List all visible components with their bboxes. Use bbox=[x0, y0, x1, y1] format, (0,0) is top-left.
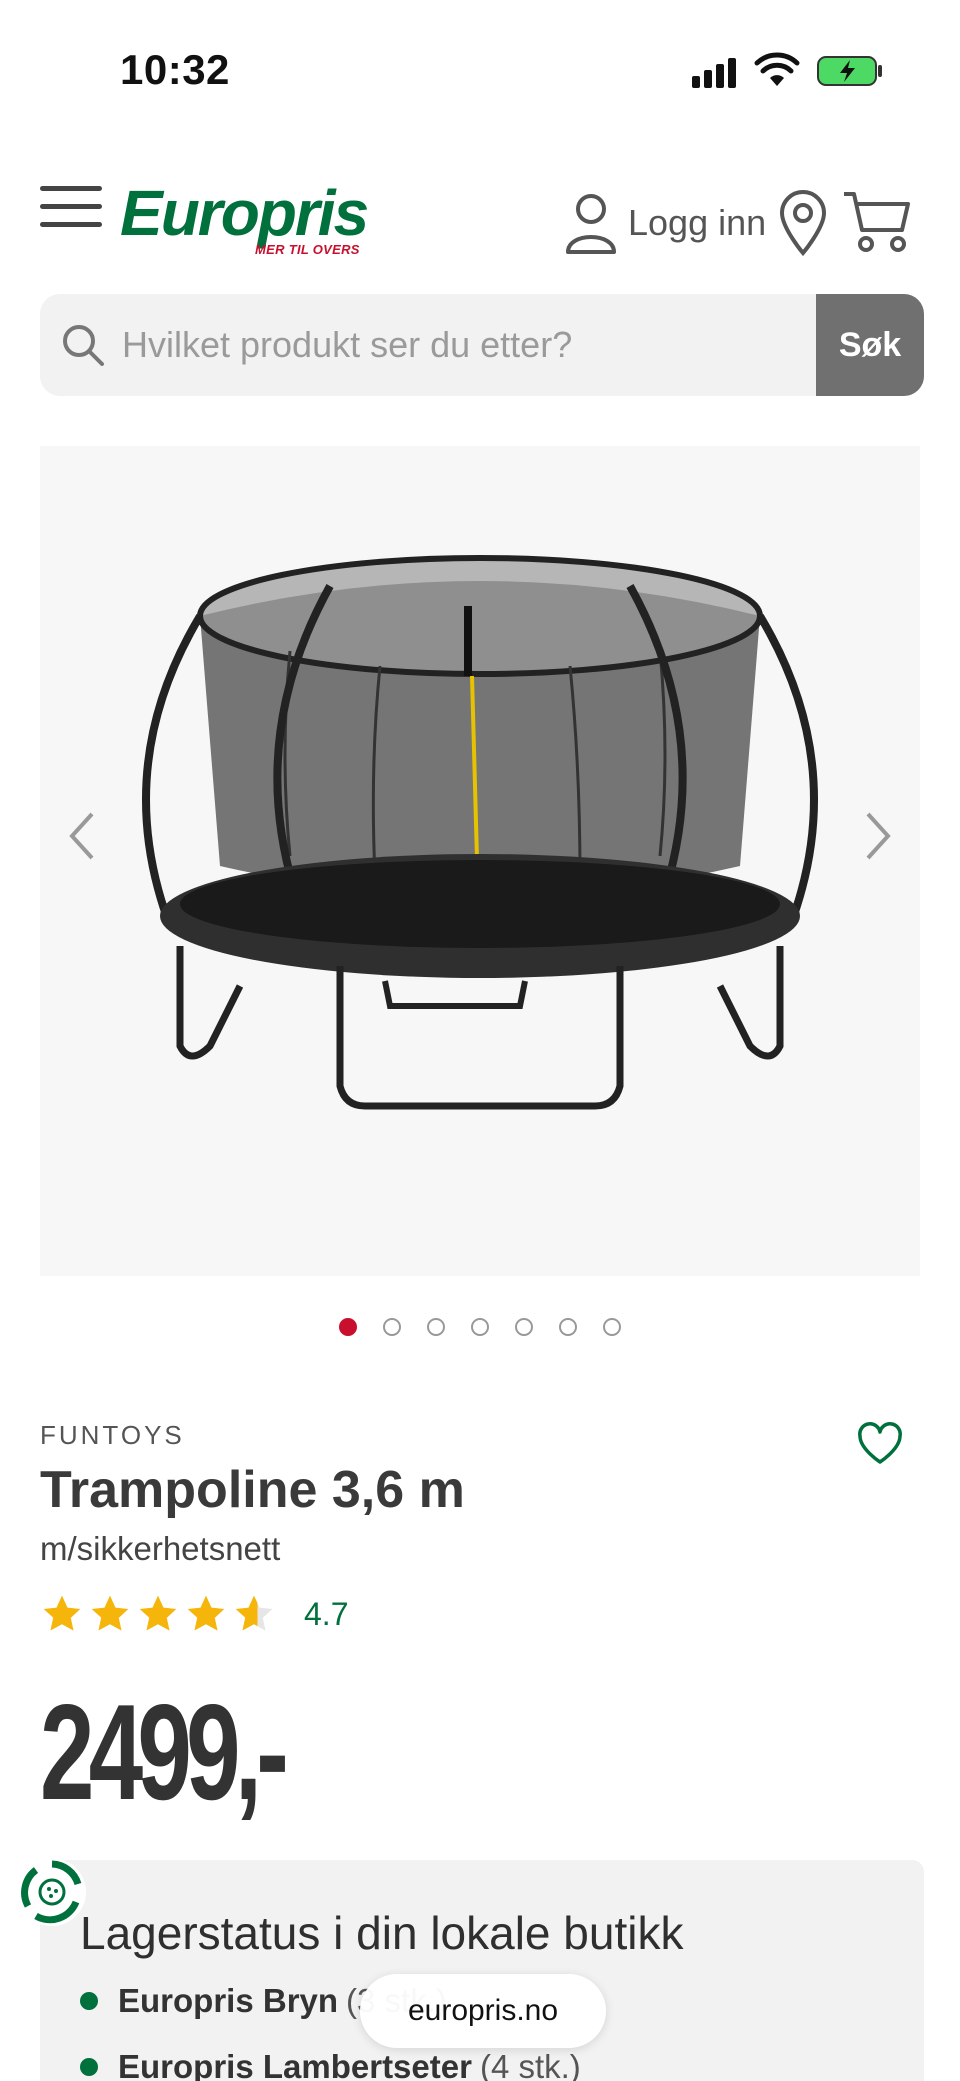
logo-wordmark: Europris bbox=[120, 177, 369, 249]
wifi-icon bbox=[754, 52, 800, 86]
logo-tagline: MER TIL OVERS bbox=[255, 242, 360, 257]
stock-status-title: Lagerstatus i din lokale butikk bbox=[80, 1907, 684, 1959]
browser-url-bar[interactable]: europris.no bbox=[360, 1974, 606, 2048]
product-price: 2499,- bbox=[40, 1676, 289, 1828]
rating-value: 4.7 bbox=[304, 1595, 349, 1632]
europris-logo[interactable]: Europris MER TIL OVERS bbox=[120, 176, 369, 257]
half-star-icon bbox=[235, 1595, 273, 1631]
gallery-dot[interactable] bbox=[603, 1318, 621, 1336]
battery-charging-icon bbox=[817, 56, 882, 86]
recycle-badge-icon[interactable] bbox=[14, 1854, 90, 1930]
user-icon bbox=[566, 194, 616, 254]
shopping-cart-icon[interactable] bbox=[842, 190, 912, 254]
in-stock-indicator bbox=[80, 1992, 98, 2010]
product-title: Trampoline 3,6 m bbox=[40, 1461, 465, 1519]
gallery-dot[interactable] bbox=[515, 1318, 533, 1336]
login-button[interactable]: Logg inn bbox=[564, 188, 766, 258]
login-label: Logg inn bbox=[628, 202, 767, 243]
location-pin-icon[interactable] bbox=[778, 190, 828, 256]
search-bar: Søk bbox=[40, 294, 924, 396]
star-icon bbox=[43, 1595, 81, 1631]
status-bar: 10:32 bbox=[0, 0, 960, 130]
gallery-dot[interactable] bbox=[471, 1318, 489, 1336]
product-rating[interactable]: 4.7 bbox=[40, 1592, 348, 1636]
star-icon bbox=[139, 1595, 177, 1631]
product-brand[interactable]: FUNTOYS bbox=[40, 1420, 185, 1451]
store-name: Europris Lambertseter bbox=[118, 2048, 472, 2081]
product-gallery[interactable] bbox=[40, 446, 920, 1276]
previous-image-arrow-icon[interactable] bbox=[62, 806, 102, 866]
status-time: 10:32 bbox=[120, 46, 230, 93]
search-icon bbox=[63, 325, 104, 366]
search-button[interactable]: Søk bbox=[816, 294, 924, 396]
product-subtitle: m/sikkerhetsnett bbox=[40, 1530, 281, 1567]
rating-stars bbox=[40, 1592, 276, 1636]
gallery-dot[interactable] bbox=[559, 1318, 577, 1336]
in-stock-indicator bbox=[80, 2058, 98, 2076]
gallery-dot[interactable] bbox=[339, 1318, 357, 1336]
store-name: Europris Bryn bbox=[118, 1982, 339, 2019]
star-icon bbox=[91, 1595, 129, 1631]
gallery-dot[interactable] bbox=[383, 1318, 401, 1336]
gallery-dot[interactable] bbox=[427, 1318, 445, 1336]
cellular-signal-icon bbox=[692, 58, 736, 88]
menu-icon[interactable] bbox=[40, 184, 102, 230]
gallery-pagination bbox=[0, 1318, 960, 1342]
trampoline-product-image bbox=[142, 555, 818, 1110]
store-stock-count: (4 stk.) bbox=[479, 2048, 581, 2081]
site-header: Europris MER TIL OVERS Logg inn bbox=[0, 170, 960, 270]
store-stock-item[interactable]: Europris Lambertseter (4 stk.) bbox=[80, 2048, 581, 2081]
next-image-arrow-icon[interactable] bbox=[858, 806, 898, 866]
browser-url: europris.no bbox=[407, 1994, 559, 2027]
search-input[interactable] bbox=[122, 294, 842, 396]
favorite-heart-icon[interactable] bbox=[856, 1422, 904, 1466]
star-icon bbox=[187, 1595, 225, 1631]
